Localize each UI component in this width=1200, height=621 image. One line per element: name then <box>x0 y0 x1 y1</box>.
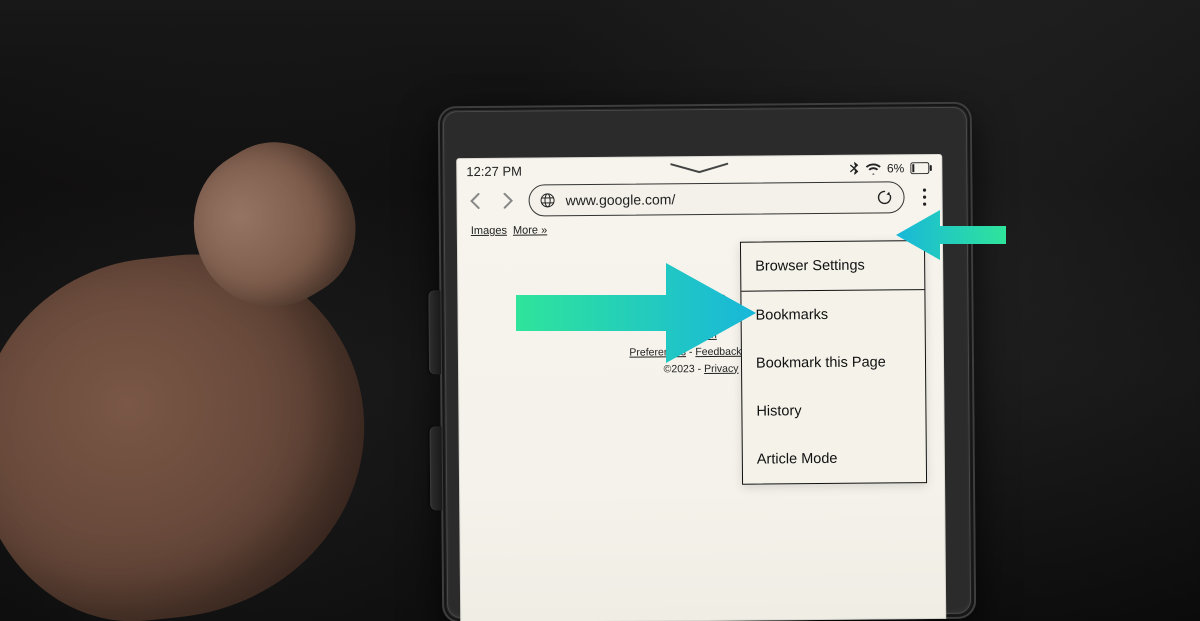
battery-percent: 6% <box>887 161 904 175</box>
bluetooth-icon <box>849 161 859 175</box>
address-bar[interactable]: www.google.com/ <box>528 181 904 216</box>
privacy-link[interactable]: Privacy <box>704 362 739 374</box>
ereader-device: 12:27 PM 6% <box>438 102 976 621</box>
subnav-images-link[interactable]: Images <box>471 225 507 237</box>
signin-link[interactable]: Sign in <box>685 329 717 341</box>
page-turn-button-top[interactable] <box>428 290 441 374</box>
menu-bookmark-this-page[interactable]: Bookmark this Page <box>742 338 925 388</box>
menu-bookmarks[interactable]: Bookmarks <box>741 290 924 340</box>
reload-icon[interactable] <box>875 189 893 205</box>
preferences-link[interactable]: Preferences <box>629 346 686 358</box>
back-button[interactable] <box>464 188 486 214</box>
google-subnav: Images More » <box>469 219 931 237</box>
globe-icon <box>540 192 556 208</box>
subnav-more-link[interactable]: More » <box>513 224 547 236</box>
address-text: www.google.com/ <box>566 190 866 209</box>
more-options-button[interactable] <box>914 182 934 212</box>
wifi-icon <box>865 162 881 174</box>
scene: 12:27 PM 6% <box>0 0 1200 621</box>
browser-nav-row: www.google.com/ <box>456 177 942 223</box>
battery-icon <box>910 162 932 174</box>
screen: 12:27 PM 6% <box>456 154 946 621</box>
clock: 12:27 PM <box>466 164 522 179</box>
copyright-text: ©2023 - <box>664 363 702 375</box>
forward-button[interactable] <box>496 188 518 214</box>
overflow-menu: Browser Settings Bookmarks Bookmark this… <box>740 240 927 485</box>
google-search-button[interactable]: Search <box>663 295 724 317</box>
page-turn-button-bottom[interactable] <box>430 426 443 510</box>
page-content: Images More » Search Sign in Preferences… <box>457 219 943 237</box>
menu-article-mode[interactable]: Article Mode <box>743 434 926 484</box>
feedback-link[interactable]: Feedback <box>695 345 741 357</box>
hand-illustration <box>0 94 427 621</box>
menu-history[interactable]: History <box>742 386 925 436</box>
menu-browser-settings[interactable]: Browser Settings <box>741 241 924 291</box>
